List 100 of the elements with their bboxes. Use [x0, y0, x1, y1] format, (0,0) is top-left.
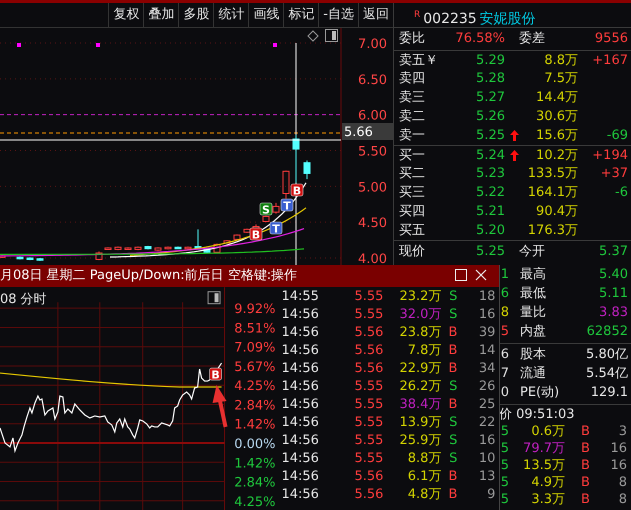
- candle: [214, 243, 220, 253]
- stock-name: 安妮股份: [480, 11, 536, 27]
- trade-count: 16: [609, 457, 627, 474]
- trade-price: 5.55: [353, 432, 384, 450]
- trade-side: B: [581, 474, 591, 491]
- price-axis-label: 6.00: [358, 108, 387, 124]
- candle: [224, 240, 230, 244]
- partial-value: 8: [500, 304, 509, 322]
- stat-value: 3.83: [598, 304, 628, 322]
- percent-axis-label: 1.42%: [234, 456, 276, 472]
- order-volume: 164.1万: [526, 184, 578, 202]
- toolbar-button[interactable]: 多股: [178, 3, 214, 27]
- candle: [272, 202, 280, 214]
- summary-label: 现价: [399, 243, 426, 261]
- toolbar-button[interactable]: -自选: [318, 3, 358, 27]
- toolbar-button[interactable]: 画线: [248, 3, 284, 27]
- order-price: 5.20: [475, 222, 505, 240]
- price-axis-label: 7.00: [358, 37, 387, 52]
- candle: [96, 251, 102, 261]
- trade-side: B: [448, 396, 458, 414]
- order-level-label: 卖三: [399, 89, 426, 107]
- trade-count: 39: [478, 324, 496, 342]
- order-volume: 15.6万: [535, 127, 578, 145]
- toolbar-button[interactable]: 叠加: [143, 3, 178, 27]
- stat-value: 62852: [586, 323, 628, 341]
- trade-count: 16: [478, 432, 496, 450]
- toolbar-button[interactable]: 返回: [358, 3, 393, 27]
- candle: [26, 256, 34, 261]
- trade-side: B: [581, 423, 591, 440]
- trade-side: B: [448, 360, 458, 378]
- partial-value: 0: [500, 384, 509, 402]
- trade-count: 22: [478, 414, 496, 432]
- stat-label: 最低: [520, 285, 547, 303]
- order-level-label: 卖二: [399, 108, 426, 126]
- ratio-label: 委比: [399, 30, 426, 48]
- toolbar-button[interactable]: 复权: [108, 3, 144, 27]
- trade-volume: 7.8万: [406, 342, 442, 360]
- partial-value: 5: [500, 440, 509, 457]
- summary-label: 今开: [519, 243, 546, 261]
- order-volume: 30.6万: [535, 108, 578, 126]
- percent-axis-label: 8.51%: [234, 321, 276, 336]
- trade-volume: 23.8万: [398, 324, 442, 342]
- trade-count: 16: [609, 440, 627, 457]
- signal-badge: B: [250, 228, 262, 242]
- trade-volume: 25.9万: [398, 432, 442, 450]
- trade-volume: 26.2万: [398, 378, 442, 396]
- order-level-label: 买二: [399, 165, 426, 183]
- trade-price: 5.55: [353, 288, 384, 306]
- trade-count: 3: [618, 423, 627, 440]
- order-volume: 90.4万: [535, 203, 578, 221]
- order-change: +194: [591, 147, 628, 165]
- panel-toggle-icon: [208, 291, 221, 304]
- percent-axis-label: 5.67%: [234, 360, 276, 375]
- percent-axis-label: 1.42%: [234, 418, 276, 433]
- candle: [36, 258, 44, 262]
- order-level-label: 卖五￥: [399, 52, 439, 70]
- maximize-icon: [455, 268, 467, 281]
- toolbar-button[interactable]: 标记: [283, 3, 318, 27]
- trade-time: 14:56: [281, 360, 320, 378]
- trade-time: 14:56: [281, 324, 320, 342]
- summary-value: 5.37: [598, 243, 628, 261]
- trade-volume: 4.8万: [406, 486, 442, 504]
- stat-label: 内盘: [520, 323, 547, 341]
- candle: [114, 246, 122, 251]
- tick-volume: 0.6万: [530, 423, 565, 440]
- trade-time: 14:56: [281, 468, 320, 486]
- trade-side: B: [448, 342, 458, 360]
- stat-label: 股本: [520, 346, 547, 364]
- trade-count: 16: [478, 306, 496, 324]
- trade-time: 14:56: [281, 432, 320, 450]
- panel-toggle-icon: [325, 29, 338, 42]
- trade-count: 8: [618, 491, 627, 508]
- trade-side: S: [448, 288, 458, 306]
- percent-axis-label: 4.25%: [234, 379, 276, 394]
- trade-price: 5.55: [353, 378, 384, 396]
- order-change: +37: [600, 165, 628, 183]
- price-axis-label: 5.50: [358, 144, 387, 160]
- toolbar-button[interactable]: 统计: [213, 3, 248, 27]
- candle: [154, 246, 162, 252]
- order-change: -6: [614, 184, 628, 202]
- trade-count: 34: [478, 360, 496, 378]
- trade-time: 14:56: [281, 414, 320, 432]
- candle: [174, 246, 182, 250]
- stat-label: 量比: [520, 304, 547, 322]
- trade-side: B: [448, 324, 458, 342]
- chart-label: 08 分时: [0, 292, 47, 308]
- candle: [304, 160, 310, 180]
- order-price: 5.21: [475, 203, 505, 221]
- signal-badge: B: [209, 368, 222, 382]
- tick-volume: 13.5万: [522, 457, 565, 474]
- percent-axis-label: 0.00%: [234, 437, 276, 452]
- trade-count: 8: [618, 474, 627, 491]
- order-price: 5.22: [475, 184, 505, 202]
- order-price: 5.29: [475, 52, 505, 70]
- trade-count: 9: [486, 486, 496, 504]
- stock-code: 002235: [423, 11, 477, 27]
- pointer-arrow: [212, 385, 228, 428]
- trade-side: B: [581, 457, 591, 474]
- trade-volume: 32.0万: [398, 306, 442, 324]
- candle: [234, 234, 240, 241]
